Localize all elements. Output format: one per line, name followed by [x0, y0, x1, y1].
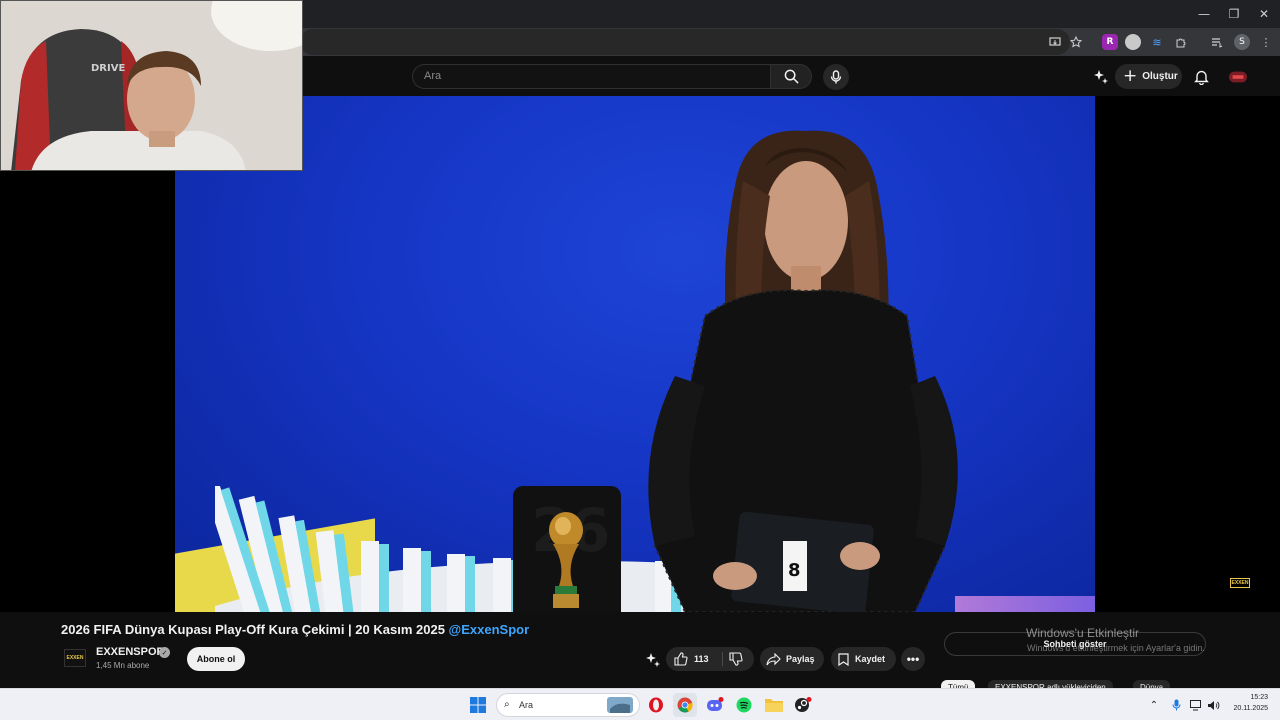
microphone-icon [830, 70, 842, 84]
more-actions-button[interactable]: ••• [901, 647, 925, 671]
ai-sparkle-icon[interactable] [1092, 68, 1110, 86]
video-title-text: 2026 FIFA Dünya Kupası Play-Off Kura Çek… [61, 622, 445, 637]
svg-text:8: 8 [788, 560, 801, 581]
search-button[interactable] [770, 64, 812, 89]
like-divider [722, 652, 723, 666]
stage-light-strip [955, 596, 1095, 612]
subscriber-count: 1,45 Mn abone [96, 661, 150, 670]
share-label: Paylaş [786, 654, 815, 664]
verified-check-icon: ✓ [159, 647, 170, 658]
windows-start-icon[interactable] [466, 693, 490, 717]
extensions-puzzle-icon[interactable] [1173, 34, 1189, 50]
notifications-bell-icon[interactable] [1192, 68, 1210, 86]
close-window-button[interactable]: ✕ [1248, 0, 1280, 28]
create-label: Oluştur [1142, 71, 1178, 82]
search-input[interactable]: Ara [412, 64, 770, 89]
like-count[interactable]: 113 [694, 654, 709, 664]
channel-avatar[interactable]: EXXEN [64, 649, 86, 667]
account-avatar[interactable] [1229, 68, 1247, 86]
tray-overflow-chevron-icon[interactable]: ⌃ [1147, 698, 1161, 712]
minimize-window-button[interactable]: — [1188, 0, 1220, 28]
video-player[interactable]: 26 8 [0, 96, 1280, 612]
clock-time[interactable]: 15:23 [1226, 694, 1268, 701]
save-label: Kaydet [855, 654, 886, 664]
microphone-tray-icon[interactable] [1169, 698, 1183, 712]
profile-avatar[interactable]: S [1234, 34, 1250, 50]
discord-icon[interactable] [703, 693, 727, 717]
channel-handle-link[interactable]: @ExxenSpor [449, 622, 530, 637]
bookmark-save-icon [838, 652, 849, 666]
search-highlight-icon [607, 697, 633, 713]
extension-grey-icon[interactable] [1125, 34, 1141, 50]
presenter-figure: 8 [648, 130, 958, 612]
webcam-streamer-image: DRIVE [1, 1, 302, 170]
like-thumb-icon[interactable] [674, 652, 688, 666]
chair-brand-text: DRIVE [91, 63, 125, 74]
share-arrow-icon [766, 652, 781, 665]
opera-browser-icon[interactable] [644, 693, 668, 717]
windows-activation-subtitle: Windows'u etkinleştirmek için Ayarlar'a … [1027, 643, 1205, 653]
plus-icon: + [1123, 66, 1138, 86]
dislike-thumb-icon[interactable] [729, 652, 743, 666]
like-dislike-group: 113 [666, 647, 754, 671]
save-button[interactable]: Kaydet [831, 647, 896, 671]
address-bar[interactable] [300, 29, 1070, 55]
video-frame: 26 8 [175, 96, 1095, 612]
subscribe-button[interactable]: Abone ol [187, 647, 245, 671]
exxen-watermark-logo: EXXEN [1230, 578, 1250, 588]
voice-search-button[interactable] [823, 64, 849, 90]
steam-app-icon[interactable] [791, 693, 815, 717]
webcam-overlay: DRIVE [0, 0, 303, 171]
ask-ai-sparkle-icon[interactable] [645, 652, 661, 668]
create-button[interactable]: + Oluştur [1115, 64, 1182, 89]
spotify-icon[interactable] [732, 693, 756, 717]
share-button[interactable]: Paylaş [760, 647, 824, 671]
windows-activation-title: Windows'u Etkinleştir [1026, 626, 1139, 640]
bookmark-star-icon[interactable] [1068, 34, 1084, 50]
extension-purple-icon[interactable]: R [1102, 34, 1118, 50]
search-icon [784, 69, 799, 84]
install-app-icon[interactable] [1047, 34, 1063, 50]
volume-tray-icon[interactable] [1206, 698, 1220, 712]
network-tray-icon[interactable] [1189, 698, 1203, 712]
video-title: 2026 FIFA Dünya Kupası Play-Off Kura Çek… [61, 622, 529, 637]
clock-date[interactable]: 20.11.2025 [1220, 705, 1268, 712]
world-cup-trophy-image [549, 512, 583, 608]
chrome-browser-icon[interactable] [673, 693, 697, 717]
browser-menu-icon[interactable]: ⋮ [1258, 34, 1274, 50]
channel-name-link[interactable]: EXXENSPOR [96, 646, 164, 658]
taskbar-search-placeholder: Ara [519, 700, 534, 710]
trophy-display-panel: 26 [513, 486, 621, 612]
restore-window-button[interactable]: ❐ [1218, 0, 1250, 28]
extension-wave-icon[interactable]: ≋ [1149, 34, 1165, 50]
taskbar-search-icon: ⌕ [504, 699, 510, 710]
media-queue-icon[interactable] [1209, 34, 1225, 50]
windows-taskbar: ⌕ Ara ⌃ 15:23 20.11.2025 [0, 688, 1280, 720]
file-explorer-icon[interactable] [762, 693, 786, 717]
taskbar-search-input[interactable]: ⌕ Ara [496, 693, 640, 717]
